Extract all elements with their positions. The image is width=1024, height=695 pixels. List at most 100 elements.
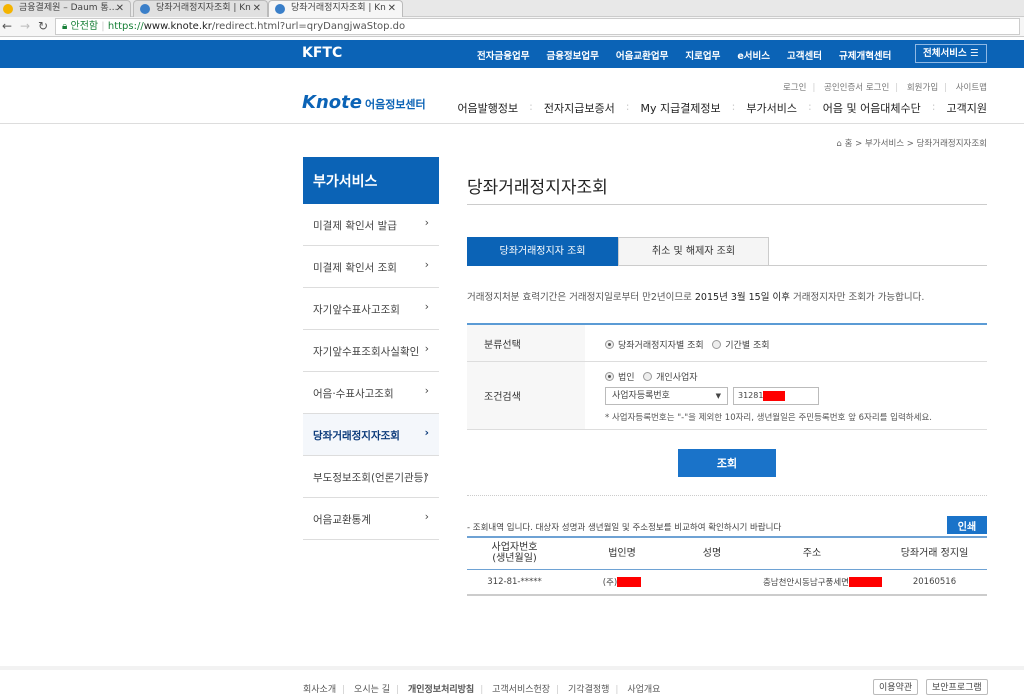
- login-link[interactable]: 로그인: [783, 83, 806, 93]
- chevron-right-icon: ›: [424, 217, 429, 229]
- radio-label: 기간별 조회: [725, 341, 770, 351]
- sidebar-item-label: 부도정보조회(언론기관등): [313, 472, 428, 484]
- page-title: 당좌거래정지자조회: [467, 157, 987, 205]
- select-value: 사업자등록번호: [612, 391, 670, 401]
- top-menu: 전자금융업무 금융정보업무 어음교환업무 지로업무 e서비스 고객센터 규제개혁…: [477, 48, 908, 62]
- sidebar-item[interactable]: 어음교환통계 ›: [303, 498, 439, 540]
- id-number-input[interactable]: 31281: [733, 387, 819, 405]
- table-row: 312-81-***** (주) 충남천안시동남구풍세면 20160516: [467, 569, 987, 596]
- notice-text: 거래정지처분 효력기간은 거래정지일로부터 만2년이므로 2015년 3월 15…: [467, 289, 987, 303]
- radio-individual-business[interactable]: 개인사업자: [643, 372, 698, 383]
- close-icon[interactable]: ✕: [116, 1, 124, 16]
- top-menu-item[interactable]: e서비스: [737, 48, 770, 62]
- url-scheme: https://: [107, 21, 144, 32]
- cell-name: [682, 569, 742, 596]
- radio-corporation[interactable]: 법인: [605, 372, 635, 383]
- radio-label: 개인사업자: [656, 373, 698, 383]
- close-icon[interactable]: ✕: [253, 1, 261, 16]
- close-icon[interactable]: ✕: [388, 1, 396, 16]
- tab-suspended-search[interactable]: 당좌거래정지자 조회: [467, 237, 618, 266]
- knote-logo[interactable]: Knote 어음정보센터: [302, 92, 426, 113]
- redaction: [617, 577, 642, 588]
- nav-item[interactable]: 어음 및 어음대체수단: [823, 100, 921, 116]
- address-bar-row: ← → ↻ 🔒︎ 안전함 | https://www.knote.kr/redi…: [0, 17, 1024, 37]
- browser-tab[interactable]: 금융결제원 – Daum 통… ✕: [0, 0, 131, 17]
- cell-corp: (주): [562, 569, 682, 596]
- sidebar-item-label: 자기앞수표사고조회: [313, 304, 400, 316]
- back-icon[interactable]: ←: [2, 19, 12, 33]
- chevron-right-icon: ›: [424, 301, 429, 313]
- category-label: 분류선택: [467, 325, 585, 361]
- radio-label: 당좌거래정지자별 조회: [618, 341, 704, 351]
- logo-subtitle: 어음정보센터: [364, 98, 426, 111]
- cert-login-link[interactable]: 공인인증서 로그인: [824, 83, 889, 93]
- sitemap-link[interactable]: 사이트맵: [956, 83, 987, 93]
- utility-links: 로그인 | 공인인증서 로그인 | 회원가입 | 사이트맵: [782, 83, 987, 93]
- notice-post: 거래정지자만 조회가 가능합니다.: [789, 292, 925, 303]
- site-header: Knote 어음정보센터 로그인 | 공인인증서 로그인 | 회원가입 | 사이트맵 어…: [0, 68, 1024, 124]
- browser-tabbar: 금융결제원 – Daum 통… ✕ 당좌거래정지자조회 | Kn ✕ 당좌거래정지자…: [0, 0, 1024, 17]
- footer: 회사소개 | 오시는 길 | 개인정보처리방침 | 고객서비스헌장 | 기각결정행 | 사…: [0, 666, 1024, 695]
- search-condition-label: 조건검색: [467, 362, 585, 429]
- sidebar-item[interactable]: 자기앞수표조회사실확인 ›: [303, 330, 439, 372]
- sidebar-item[interactable]: 미결제 확인서 조회 ›: [303, 246, 439, 288]
- sidebar-item-label: 미결제 확인서 발급: [313, 220, 397, 232]
- url-domain: www.knote.kr: [143, 21, 212, 32]
- col-header: 법인명: [562, 537, 682, 570]
- signup-link[interactable]: 회원가입: [907, 83, 938, 93]
- print-button[interactable]: 인쇄: [947, 516, 987, 534]
- top-menu-item[interactable]: 고객센터: [787, 48, 822, 62]
- browser-tab-active[interactable]: 당좌거래정지자조회 | Kn ✕: [268, 0, 403, 17]
- sidebar-item[interactable]: 자기앞수표사고조회 ›: [303, 288, 439, 330]
- chevron-right-icon: ›: [424, 511, 429, 523]
- sidebar-item[interactable]: 부도정보조회(언론기관등) ›: [303, 456, 439, 498]
- terms-button[interactable]: 이용약관: [873, 679, 919, 695]
- id-type-select[interactable]: 사업자등록번호 ▼: [605, 387, 728, 405]
- top-menu-item[interactable]: 지로업무: [685, 48, 720, 62]
- main-content: 당좌거래정지자조회 당좌거래정지자 조회 취소 및 해제자 조회 거래정지처분 …: [467, 157, 987, 596]
- corp-prefix: (주): [602, 577, 618, 588]
- nav-item[interactable]: 부가서비스: [746, 100, 797, 116]
- sidebar-item[interactable]: 어음·수표사고조회 ›: [303, 372, 439, 414]
- security-label: 안전함: [70, 21, 99, 32]
- reload-icon[interactable]: ↻: [38, 19, 48, 33]
- top-menu-item[interactable]: 전자금융업무: [477, 48, 529, 62]
- chevron-right-icon: ›: [424, 259, 429, 271]
- all-services-button[interactable]: 전체서비스 ☰: [915, 44, 987, 63]
- sidebar-item-label: 어음교환통계: [313, 514, 371, 526]
- cell-bizno: 312-81-*****: [467, 569, 562, 596]
- redaction: [849, 577, 882, 588]
- sidebar-title: 부가서비스: [303, 157, 439, 204]
- nav-item[interactable]: 고객지원: [947, 100, 987, 116]
- tab-cancelled-search[interactable]: 취소 및 해제자 조회: [618, 237, 769, 266]
- sidebar-item[interactable]: 미결제 확인서 발급 ›: [303, 204, 439, 246]
- forward-icon[interactable]: →: [20, 19, 30, 33]
- kftc-logo[interactable]: KFTC: [302, 45, 342, 61]
- sidebar-item-label: 자기앞수표조회사실확인: [313, 346, 420, 358]
- redaction: [763, 390, 786, 401]
- chevron-right-icon: ›: [424, 385, 429, 397]
- radio-label: 법인: [618, 373, 635, 383]
- browser-tab[interactable]: 당좌거래정지자조회 | Kn ✕: [133, 0, 268, 17]
- radio-by-period[interactable]: 기간별 조회: [712, 340, 770, 351]
- col-header: 사업자번호 (생년월일): [467, 537, 562, 570]
- sidebar-item-active[interactable]: 당좌거래정지자조회 ›: [303, 414, 439, 456]
- top-menu-item[interactable]: 규제개혁센터: [839, 48, 891, 62]
- address-text: 충남천안시동남구풍세면: [762, 577, 849, 588]
- security-program-button[interactable]: 보안프로그램: [926, 679, 988, 695]
- top-menu-item[interactable]: 금융정보업무: [546, 48, 598, 62]
- radio-by-suspended[interactable]: 당좌거래정지자별 조회: [605, 340, 704, 351]
- dropdown-arrow-icon: ▼: [715, 392, 721, 400]
- notice-pre: 거래정지처분 효력기간은 거래정지일로부터 만2년이므로: [467, 292, 695, 303]
- daum-favicon: [3, 4, 13, 14]
- url-input[interactable]: 🔒︎ 안전함 | https://www.knote.kr/redirect.h…: [55, 18, 1020, 35]
- top-menu-item[interactable]: 어음교환업무: [616, 48, 668, 62]
- search-button[interactable]: 조회: [678, 449, 776, 477]
- cell-date: 20160516: [882, 569, 987, 596]
- lock-icon: 🔒︎: [62, 21, 71, 32]
- tab-title: 당좌거래정지자조회 | Kn: [291, 3, 386, 13]
- nav-item[interactable]: My 지급결제정보: [640, 100, 720, 116]
- breadcrumb: ⌂ 홈 > 부가서비스 > 당좌거래정지자조회: [836, 139, 987, 149]
- nav-item[interactable]: 어음발행정보: [457, 100, 518, 116]
- nav-item[interactable]: 전자지급보증서: [544, 100, 615, 116]
